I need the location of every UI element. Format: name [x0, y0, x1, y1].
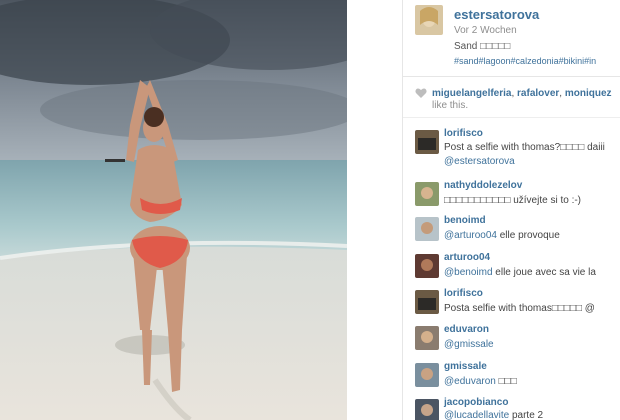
comment-text: □□□□□□□□□□□ užívejte si to :-): [444, 195, 582, 206]
comment-body: parte 2: [509, 410, 544, 420]
heart-icon[interactable]: [415, 87, 427, 99]
avatar-image: [415, 5, 443, 35]
post-side-panel: estersatorova Vor 2 Wochen Sand □□□□□ #s…: [402, 0, 620, 420]
comment-username[interactable]: jacopobianco: [444, 397, 508, 408]
comment-username[interactable]: arturoo04: [444, 252, 490, 263]
divider: [403, 117, 620, 118]
like-this-text: like this.: [432, 100, 469, 111]
comment-text: Post a selfie with thomas?□□□□ daiii: [444, 142, 605, 153]
post-photo[interactable]: [0, 0, 347, 420]
likes-section: miguelangelferia, rafalover, moniquez li…: [403, 85, 620, 113]
liker-link[interactable]: miguelangelferia: [432, 88, 511, 99]
post-hashtags[interactable]: #sand#lagoon#calzedonia#bikini#in: [454, 56, 596, 66]
comment-mention[interactable]: @gmissale: [444, 339, 494, 350]
comment-item: nathyddolezelov □□□□□□□□□□□ užívejte si …: [403, 180, 620, 216]
comment-mention[interactable]: @lucadellavite: [444, 410, 509, 420]
comment-text: Posta selfie with thomas□□□□□ @: [444, 303, 595, 314]
avatar[interactable]: [415, 5, 443, 35]
comment-item: jacopobianco @lucadellavite parte 2: [403, 397, 620, 420]
gutter: [347, 0, 402, 420]
avatar[interactable]: [415, 363, 439, 387]
post-username[interactable]: estersatorova: [454, 7, 539, 22]
comment-username[interactable]: lorifisco: [444, 288, 483, 299]
avatar[interactable]: [415, 254, 439, 278]
avatar[interactable]: [415, 290, 439, 314]
avatar[interactable]: [415, 182, 439, 206]
comment-body: elle provoque: [496, 230, 560, 241]
likers-list: miguelangelferia, rafalover, moniquez: [432, 88, 612, 99]
comment-text: @gmissale: [444, 339, 494, 350]
comment-username[interactable]: nathyddolezelov: [444, 180, 522, 191]
comment-item: lorifisco Post a selfie with thomas?□□□□…: [403, 128, 620, 167]
comment-username[interactable]: eduvaron: [444, 324, 489, 335]
avatar[interactable]: [415, 326, 439, 350]
comment-item: lorifisco Posta selfie with thomas□□□□□ …: [403, 288, 620, 324]
comment-text: @benoimd elle joue avec sa vie la: [444, 267, 596, 278]
post-header: estersatorova Vor 2 Wochen Sand □□□□□ #s…: [403, 0, 620, 77]
comment-item: eduvaron @gmissale: [403, 324, 620, 360]
avatar[interactable]: [415, 130, 439, 154]
comment-username[interactable]: gmissale: [444, 361, 487, 372]
comment-mention[interactable]: @estersatorova: [444, 156, 515, 167]
beach-photo-image: [0, 0, 347, 420]
liker-link[interactable]: rafalover: [517, 88, 559, 99]
post-caption: Sand □□□□□: [454, 41, 511, 52]
avatar[interactable]: [415, 399, 439, 420]
comment-body: □□□: [495, 376, 517, 387]
comment-item: benoimd @arturoo04 elle provoque: [403, 215, 620, 251]
avatar[interactable]: [415, 217, 439, 241]
comment-mention[interactable]: @arturoo04: [444, 230, 497, 241]
comment-text: @eduvaron □□□: [444, 376, 517, 387]
comment-mention[interactable]: @benoimd: [444, 267, 493, 278]
comment-mention[interactable]: @eduvaron: [444, 376, 496, 387]
liker-link[interactable]: moniquez: [565, 88, 612, 99]
comment-text: @arturoo04 elle provoque: [444, 230, 560, 241]
comment-text: @lucadellavite parte 2: [444, 410, 543, 420]
comment-item: arturoo04 @benoimd elle joue avec sa vie…: [403, 252, 620, 288]
comment-username[interactable]: lorifisco: [444, 128, 483, 139]
comment-username[interactable]: benoimd: [444, 215, 486, 226]
comment-item: gmissale @eduvaron □□□: [403, 361, 620, 397]
comment-body: elle joue avec sa vie la: [492, 267, 596, 278]
post-time: Vor 2 Wochen: [454, 25, 517, 36]
